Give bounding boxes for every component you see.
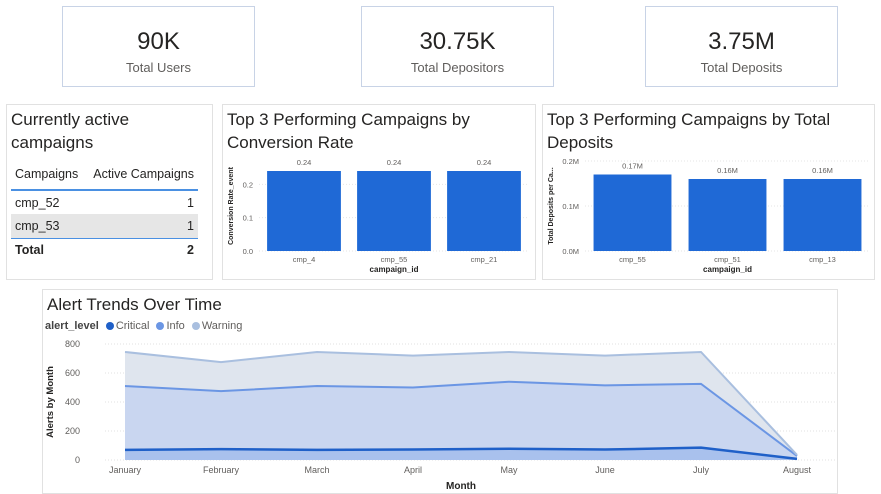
x-tick-label: June <box>595 465 615 475</box>
chart-legend: alert_level Critical Info Warning <box>45 320 245 332</box>
table-header-row: Campaigns Active Campaigns <box>11 158 198 191</box>
legend-label: Critical <box>115 320 150 332</box>
y-axis-title: Conversion Rate_event <box>228 166 235 244</box>
kpi-label: Total Deposits <box>700 60 783 75</box>
y-tick-label: 0.1 <box>243 214 253 223</box>
x-tick-label: March <box>304 465 329 475</box>
x-tick-label: May <box>500 465 518 475</box>
y-tick-label: 0.2M <box>562 157 579 166</box>
total-deposits-bar-chart: 0.0M 0.1M 0.2M 0.17M cmp_55 0.16M cmp_51 0.16M c… <box>548 157 870 274</box>
conversion-rate-bar-chart: 0.0 0.1 0.2 0.24 cmp_4 0.24 cmp_55 0.24 cmp_21ca… <box>228 158 529 274</box>
kpi-card-total-depositors: 30.75K Total Depositors <box>361 6 554 87</box>
conversion-rate-chart-panel: Top 3 Performing Campaigns by Conversion… <box>222 104 536 280</box>
x-tick-label: August <box>783 465 812 475</box>
bar <box>593 174 672 251</box>
x-tick-label: cmp_21 <box>471 255 498 264</box>
legend-dot <box>191 322 200 330</box>
chart-title: Alert Trends Over Time <box>47 295 222 314</box>
bar <box>688 179 767 251</box>
x-axis-title: campaign_id <box>703 265 752 274</box>
x-tick-label: cmp_4 <box>293 255 316 264</box>
bar <box>447 171 521 251</box>
legend-item-warning[interactable]: Warning <box>191 320 243 332</box>
total-deposits-chart-panel: Top 3 Performing Campaigns by Total Depo… <box>542 104 875 280</box>
total-value: 2 <box>85 237 198 262</box>
y-axis-title: Total Deposits per Ca... <box>548 167 555 244</box>
total-label: Total <box>11 237 85 262</box>
x-tick-label: April <box>404 465 422 475</box>
data-label: 0.17M <box>622 162 643 171</box>
x-tick-label: cmp_13 <box>809 255 836 264</box>
y-tick-label: 400 <box>65 397 80 407</box>
x-tick-label: cmp_51 <box>714 255 741 264</box>
chart-title: Top 3 Performing Campaigns by Total Depo… <box>547 110 831 152</box>
legend-item-info[interactable]: Info <box>156 320 185 332</box>
y-tick-label: 800 <box>65 339 80 349</box>
bar <box>267 171 341 251</box>
y-tick-label: 0.2 <box>243 180 253 189</box>
y-tick-label: 600 <box>65 368 80 378</box>
kpi-value: 30.75K <box>419 28 496 55</box>
x-axis-title: campaign_id <box>370 265 419 274</box>
y-axis-title: Alerts by Month <box>45 366 56 438</box>
legend-title: alert_level <box>45 320 99 332</box>
legend-label: Info <box>166 320 185 332</box>
data-label: 0.16M <box>812 166 833 175</box>
kpi-card-total-deposits: 3.75M Total Deposits <box>645 6 838 87</box>
data-label: 0.24 <box>387 158 402 167</box>
table-row[interactable]: cmp_53 1 <box>11 214 198 238</box>
y-tick-label: 0.0M <box>562 247 579 256</box>
kpi-value: 3.75M <box>708 28 775 55</box>
active-campaigns-table: Campaigns Active Campaigns cmp_52 1 cmp_… <box>11 158 198 262</box>
table-row[interactable]: cmp_52 1 <box>11 190 198 214</box>
kpi-value: 90K <box>137 28 180 55</box>
table-cell: cmp_52 <box>15 195 60 210</box>
data-label: 0.24 <box>477 158 492 167</box>
table-cell: cmp_53 <box>11 214 85 238</box>
kpi-label: Total Users <box>125 60 192 75</box>
kpi-card-total-users: 90K Total Users <box>62 6 255 87</box>
y-tick-label: 0 <box>75 455 80 465</box>
x-tick-label: cmp_55 <box>381 255 408 264</box>
kpi-label: Total Depositors <box>410 60 505 75</box>
table-cell: 1 <box>187 195 194 210</box>
y-tick-label: 0.1M <box>562 202 579 211</box>
alert-trends-area-chart: 0 200 400 600 800 January February March April Ma… <box>45 339 837 492</box>
bar <box>783 179 862 251</box>
legend-dot <box>105 322 114 330</box>
legend-label: Warning <box>201 320 243 332</box>
panel-title: Currently active campaigns <box>11 110 130 152</box>
data-label: 0.24 <box>297 158 312 167</box>
x-tick-label: February <box>203 465 240 475</box>
x-tick-label: July <box>693 465 710 475</box>
table-cell: 1 <box>85 214 198 238</box>
table-total-row: Total 2 <box>11 237 198 262</box>
legend-item-critical[interactable]: Critical <box>105 320 150 332</box>
y-tick-label: 200 <box>65 426 80 436</box>
active-campaigns-panel: Currently active campaigns Campaigns Act… <box>6 104 213 280</box>
x-tick-label: cmp_55 <box>619 255 646 264</box>
y-tick-label: 0.0 <box>243 247 253 256</box>
x-tick-label: January <box>109 465 142 475</box>
chart-title: Top 3 Performing Campaigns by Conversion… <box>227 110 470 152</box>
legend-dot <box>156 322 165 330</box>
data-label: 0.16M <box>717 166 738 175</box>
column-header-campaigns[interactable]: Campaigns <box>11 158 85 191</box>
x-axis-title: Month <box>446 481 476 492</box>
column-header-active-campaigns[interactable]: Active Campaigns <box>85 158 198 191</box>
bar <box>357 171 431 251</box>
